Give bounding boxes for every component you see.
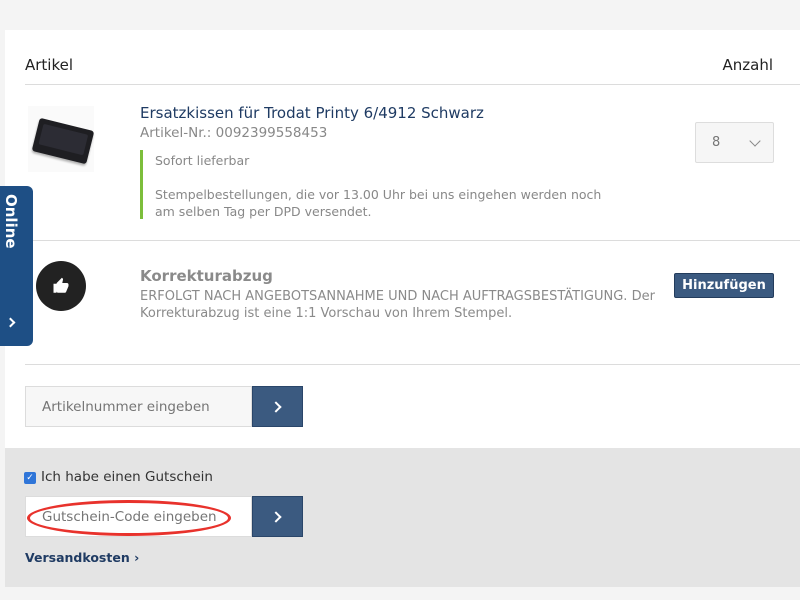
voucher-submit-button[interactable] xyxy=(252,496,303,537)
chevron-right-icon xyxy=(5,317,16,328)
chevron-right-icon xyxy=(270,400,282,413)
proof-description: ERFOLGT NACH ANGEBOTSANNAHME UND NACH AU… xyxy=(140,289,655,321)
proof-title: Korrekturabzug xyxy=(140,267,273,285)
online-tab-label: Online xyxy=(2,194,20,249)
chevron-down-icon xyxy=(749,135,761,147)
divider xyxy=(25,84,800,85)
divider xyxy=(25,240,800,241)
availability-text: Sofort lieferbar xyxy=(155,153,250,168)
availability-indicator xyxy=(140,150,143,219)
online-side-tab[interactable]: Online xyxy=(0,186,33,346)
article-submit-button[interactable] xyxy=(252,386,303,427)
add-proof-button[interactable]: Hinzufügen xyxy=(674,273,774,298)
shipping-note: Stempelbestellungen, die vor 13.00 Uhr b… xyxy=(155,187,602,219)
voucher-checkbox-label[interactable]: Ich habe einen Gutschein xyxy=(41,469,213,485)
quantity-select[interactable]: 8 xyxy=(695,122,774,163)
quantity-value: 8 xyxy=(712,135,721,150)
product-title-link[interactable]: Ersatzkissen für Trodat Printy 6/4912 Sc… xyxy=(140,104,484,122)
chevron-right-icon xyxy=(270,510,282,523)
thumbs-up-glyph xyxy=(53,277,69,293)
article-number-input[interactable] xyxy=(25,386,252,427)
quantity-column-header: Anzahl xyxy=(722,56,773,74)
voucher-checkbox[interactable]: ✓ xyxy=(24,472,36,484)
shipping-costs-link[interactable]: Versandkosten › xyxy=(25,550,139,565)
product-sku: Artikel-Nr.: 0092399558453 xyxy=(140,125,328,141)
divider xyxy=(25,364,800,365)
thumbs-up-icon xyxy=(36,261,86,311)
article-column-header: Artikel xyxy=(25,56,74,74)
voucher-code-input[interactable] xyxy=(25,496,252,537)
